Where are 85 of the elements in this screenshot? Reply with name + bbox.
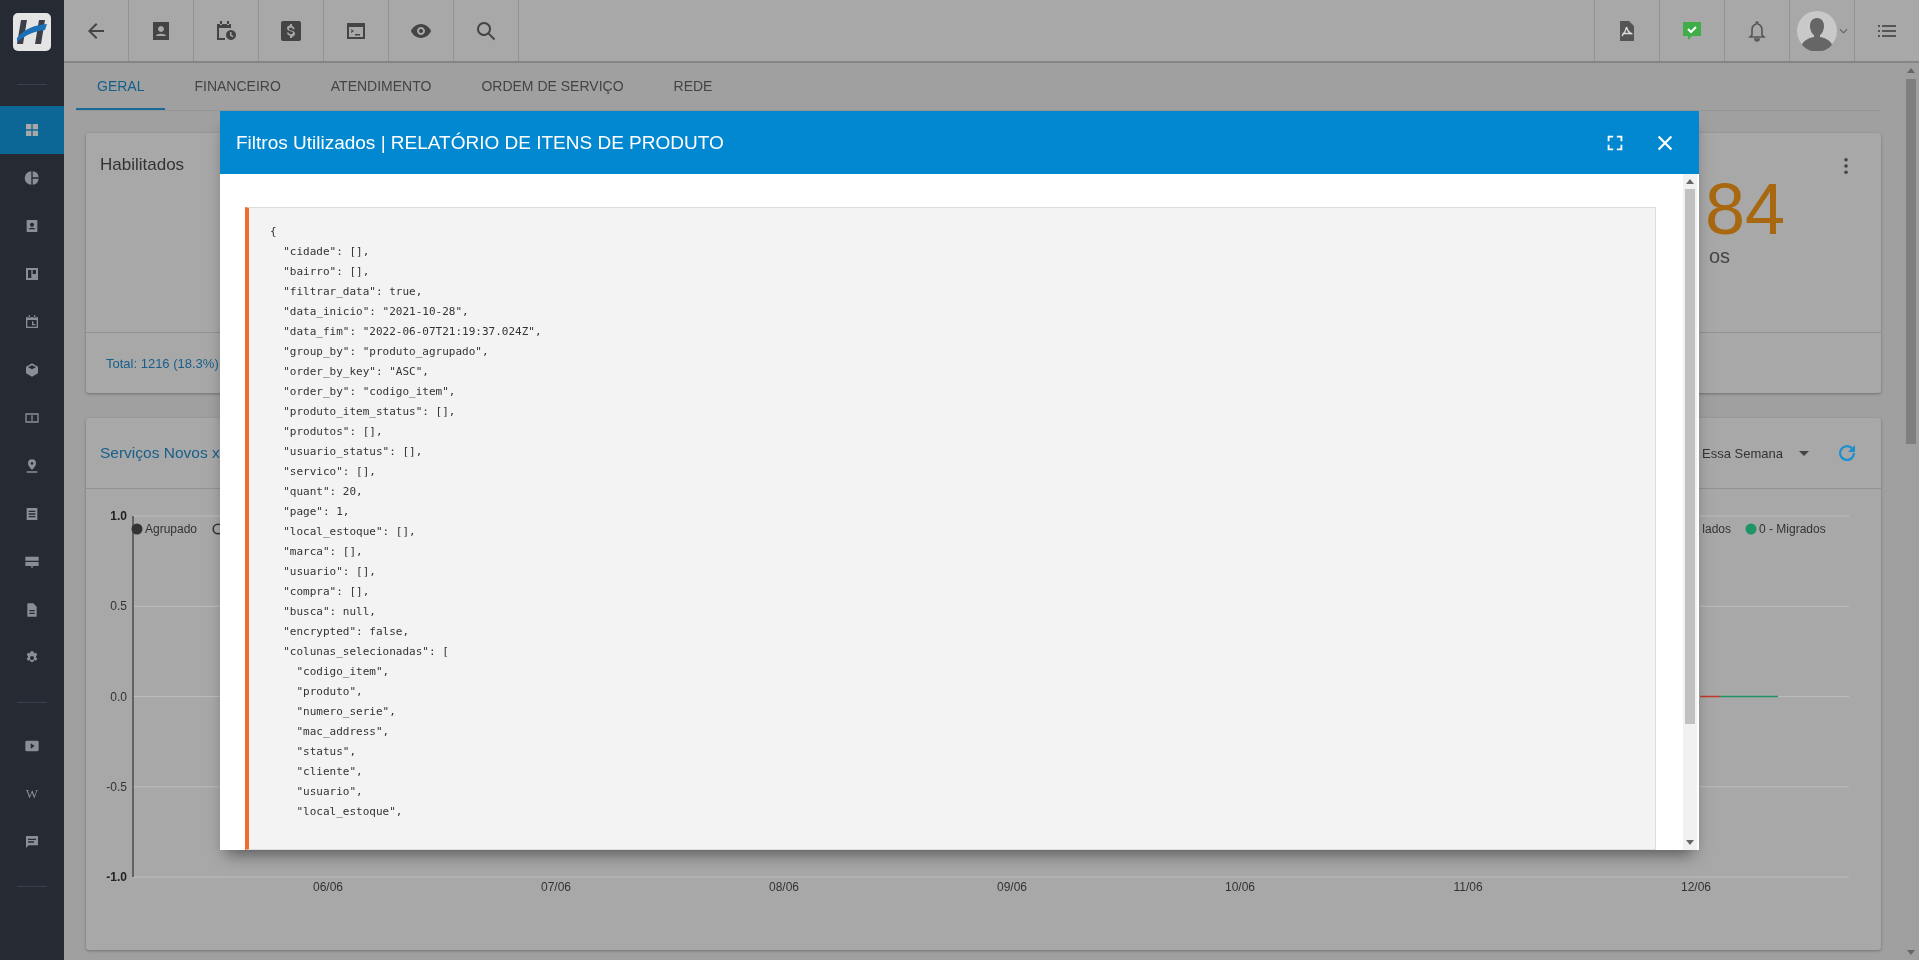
code-line: "busca": null, xyxy=(282,604,376,620)
legend-label[interactable]: lados xyxy=(1702,522,1731,536)
modal-title: Filtros Utilizados | RELATÓRIO DE ITENS DE PRODUTO xyxy=(236,131,725,154)
y-axis-label: 0.0 xyxy=(110,689,127,704)
code-line: "usuario": [], xyxy=(282,564,376,580)
list-icon xyxy=(24,506,40,522)
chat-icon xyxy=(24,834,40,850)
code-line: "encrypted": false, xyxy=(282,624,410,640)
code-line: "produto_item_status": [], xyxy=(282,404,456,420)
period-dropdown[interactable]: Essa Semana xyxy=(1702,445,1809,461)
scroll-up-icon[interactable] xyxy=(1907,68,1915,73)
x-axis-label: 12/06 xyxy=(1681,880,1711,894)
code-line: "local_estoque", xyxy=(295,804,403,820)
code-line: "order_by": "codigo_item", xyxy=(282,384,456,400)
x-axis-label: 10/06 xyxy=(1225,880,1255,894)
code-line: "servico": [], xyxy=(282,464,376,480)
x-axis-label: 07/06 xyxy=(541,880,571,894)
code-line: "cidade": [], xyxy=(282,244,370,260)
code-line: "order_by_key": "ASC", xyxy=(282,364,429,380)
calendar-clock-icon xyxy=(214,18,238,43)
contact-card-icon xyxy=(24,218,40,234)
code-line: "page": 1, xyxy=(282,504,350,520)
code-line: { xyxy=(270,224,277,240)
code-line: "bairro": [], xyxy=(282,264,370,280)
board-icon xyxy=(24,266,40,282)
scrollbar[interactable] xyxy=(1683,174,1697,850)
server-icon xyxy=(24,554,40,570)
avatar-icon xyxy=(1796,10,1837,51)
caret-icon xyxy=(1799,450,1809,456)
money-icon xyxy=(24,410,40,426)
code-line: "usuario", xyxy=(295,784,363,800)
more-options-icon[interactable] xyxy=(1843,157,1849,175)
code-line: "produtos": [], xyxy=(282,424,383,440)
code-line: "usuario_status": [], xyxy=(282,444,423,460)
code-line: "numero_serie", xyxy=(295,704,396,720)
scroll-down-icon[interactable] xyxy=(1907,950,1915,955)
card-title: Habilitados xyxy=(100,155,186,175)
dollar-icon xyxy=(279,18,303,43)
location-pin-icon xyxy=(24,458,40,474)
code-line: "mac_address", xyxy=(295,724,390,740)
x-axis-label: 09/06 xyxy=(997,880,1027,894)
code-line: "produto", xyxy=(295,684,363,700)
code-line: "status", xyxy=(295,744,357,760)
calendar-clock-icon xyxy=(24,314,40,330)
tab[interactable]: GERAL xyxy=(76,63,166,110)
stat-caption: os xyxy=(1708,245,1732,268)
sidebar-item[interactable] xyxy=(0,106,64,154)
code-line: "cliente", xyxy=(295,764,363,780)
code-line: "data_inicio": "2021-10-28", xyxy=(282,304,469,320)
y-axis-label: -0.5 xyxy=(106,779,127,794)
bell-icon xyxy=(1745,18,1769,43)
y-axis-label: 0.5 xyxy=(110,599,127,614)
code-line: "group_by": "produto_agrupado", xyxy=(282,344,489,360)
code-line: "data_fim": "2022-06-07T21:19:37.024Z", xyxy=(282,324,542,340)
logo-icon[interactable] xyxy=(12,11,52,52)
tab[interactable]: ATENDIMENTO xyxy=(309,63,453,110)
x-axis-label: 11/06 xyxy=(1453,880,1483,894)
tab[interactable]: REDE xyxy=(652,63,734,110)
x-axis-label: 08/06 xyxy=(769,880,799,894)
tab[interactable]: FINANCEIRO xyxy=(173,63,302,110)
x-axis-label: 06/06 xyxy=(313,880,343,894)
scroll-up-icon[interactable] xyxy=(1686,179,1694,184)
tab[interactable]: ORDEM DE SERVIÇO xyxy=(460,63,645,110)
scroll-down-icon[interactable] xyxy=(1686,840,1694,845)
video-icon xyxy=(24,738,40,754)
legend-label[interactable]: Agrupado xyxy=(145,522,198,536)
cube-icon xyxy=(24,362,40,378)
dashboard-icon xyxy=(24,122,40,138)
pie-chart-icon xyxy=(24,170,40,186)
y-axis-label: -1.0 xyxy=(106,870,127,884)
card-title: Serviços Novos x xyxy=(100,444,220,462)
code-line: "marca": [], xyxy=(282,544,363,560)
total-text: Total: 1216 (18.3%) xyxy=(106,355,219,371)
code-line: "codigo_item", xyxy=(295,664,390,680)
sidebar-item[interactable]: W xyxy=(0,770,64,818)
code-line: "quant": 20, xyxy=(282,484,363,500)
stat-value: 84 xyxy=(1704,173,1785,245)
document-icon xyxy=(24,602,40,618)
legend-label[interactable]: 0 - Migrados xyxy=(1759,522,1826,536)
code-line: "compra": [], xyxy=(282,584,370,600)
chevron-down-icon xyxy=(1838,27,1848,34)
y-axis-label: 1.0 xyxy=(110,509,127,523)
code-line: "local_estoque": [], xyxy=(282,524,416,540)
code-line: "colunas_selecionadas": [ xyxy=(282,644,449,660)
code-line: "filtrar_data": true, xyxy=(282,284,423,300)
